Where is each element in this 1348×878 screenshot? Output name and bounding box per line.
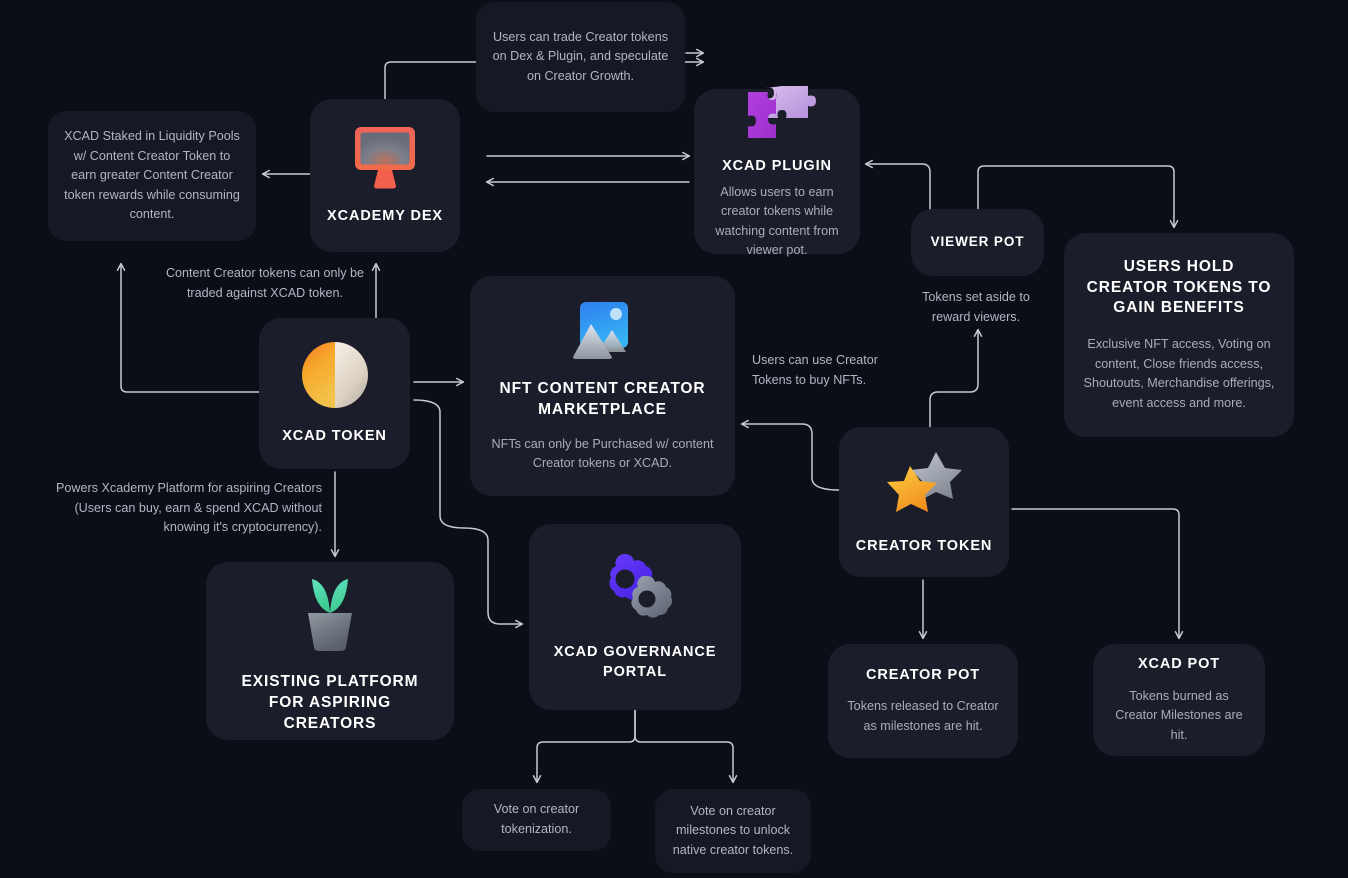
- node-xcad-token[interactable]: XCAD TOKEN: [259, 318, 410, 469]
- split-circle-icon: [300, 340, 370, 415]
- label-tokens-set-aside: Tokens set aside to reward viewers.: [922, 290, 1030, 324]
- edge-creator-token-to-nft: [740, 419, 840, 491]
- node-creator-pot-title: CREATOR POT: [865, 666, 981, 683]
- callout-vote-milestones: Vote on creator milestones to unlock nat…: [655, 789, 811, 873]
- gears-icon: [595, 552, 675, 631]
- edge-creator-token-to-viewer-pot: [929, 328, 983, 428]
- node-xcad-governance-portal[interactable]: XCAD GOVERNANCE PORTAL: [529, 524, 741, 710]
- node-xcad-governance-portal-title: XCAD GOVERNANCE PORTAL: [553, 643, 717, 680]
- edge-creator-token-to-xcad-pot: [1011, 508, 1184, 640]
- edge-governance-to-vote-tokenization: [532, 709, 636, 784]
- node-nft-content-creator-marketplace-title: NFT CONTENT CREATOR MARKETPLACE: [499, 380, 706, 418]
- diagram-canvas: Users can trade Creator tokens on Dex & …: [0, 0, 1348, 878]
- node-creator-pot[interactable]: CREATOR POT Tokens released to Creator a…: [828, 644, 1018, 758]
- node-nft-content-creator-marketplace[interactable]: NFT CONTENT CREATOR MARKETPLACE NFTs can…: [470, 276, 735, 496]
- node-nft-content-creator-marketplace-desc: NFTs can only be Purchased w/ content Cr…: [491, 436, 714, 471]
- node-users-hold-creator-tokens[interactable]: USERS HOLD CREATOR TOKENS TO GAIN BENEFI…: [1064, 233, 1294, 437]
- node-xcademy-dex-title: XCADEMY DEX: [327, 208, 443, 225]
- node-creator-token-title: CREATOR TOKEN: [855, 537, 993, 554]
- node-viewer-pot[interactable]: VIEWER POT: [911, 209, 1044, 276]
- node-xcad-plugin[interactable]: XCAD PLUGIN Allows users to earn creator…: [694, 86, 860, 257]
- callout-trade-creator-tokens: Users can trade Creator tokens on Dex & …: [476, 2, 685, 112]
- node-existing-platform-title: EXISTING PLATFORM FOR ASPIRING CREATORS: [241, 673, 419, 732]
- edge-viewer-pot-to-plugin: [864, 159, 931, 210]
- node-xcad-pot-title: XCAD POT: [1137, 655, 1221, 672]
- node-existing-platform[interactable]: EXISTING PLATFORM FOR ASPIRING CREATORS: [206, 562, 454, 740]
- callout-trade-creator-tokens-text: Users can trade Creator tokens on Dex & …: [492, 29, 669, 83]
- callout-xcad-staked-liquidity: XCAD Staked in Liquidity Pools w/ Conten…: [48, 111, 256, 241]
- two-stars-icon: [883, 448, 965, 525]
- callout-vote-tokenization: Vote on creator tokenization.: [462, 789, 611, 851]
- monitor-icon: [351, 124, 419, 195]
- callout-vote-milestones-text: Vote on creator milestones to unlock nat…: [672, 803, 794, 857]
- puzzle-icon: [734, 82, 820, 149]
- node-users-hold-creator-tokens-desc: Exclusive NFT access, Voting on content,…: [1083, 337, 1275, 410]
- node-xcad-pot[interactable]: XCAD POT Tokens burned as Creator Milest…: [1093, 644, 1265, 756]
- node-xcademy-dex[interactable]: XCADEMY DEX: [310, 99, 460, 252]
- node-viewer-pot-title: VIEWER POT: [930, 234, 1025, 250]
- node-xcad-token-title: XCAD TOKEN: [282, 428, 387, 445]
- callout-vote-tokenization-text: Vote on creator tokenization.: [493, 802, 580, 836]
- node-users-hold-creator-tokens-title: USERS HOLD CREATOR TOKENS TO GAIN BENEFI…: [1086, 257, 1272, 317]
- node-creator-token[interactable]: CREATOR TOKEN: [839, 427, 1009, 577]
- label-powers-xcademy-platform: Powers Xcademy Platform for aspiring Cre…: [56, 481, 322, 535]
- node-xcad-plugin-title: XCAD PLUGIN: [722, 158, 832, 175]
- node-creator-pot-desc: Tokens released to Creator as milestones…: [847, 699, 999, 733]
- callout-xcad-staked-liquidity-text: XCAD Staked in Liquidity Pools w/ Conten…: [64, 129, 240, 222]
- image-icon: [570, 298, 636, 367]
- edge-governance-to-vote-milestones: [634, 709, 738, 784]
- node-xcad-pot-desc: Tokens burned as Creator Milestones are …: [1115, 688, 1243, 742]
- node-xcad-plugin-desc: Allows users to earn creator tokens whil…: [715, 184, 839, 258]
- label-traded-against-xcad: Content Creator tokens can only be trade…: [165, 266, 365, 300]
- label-use-creator-tokens-buy-nfts: Users can use Creator Tokens to buy NFTs…: [752, 353, 878, 387]
- potted-plant-icon: [294, 567, 366, 660]
